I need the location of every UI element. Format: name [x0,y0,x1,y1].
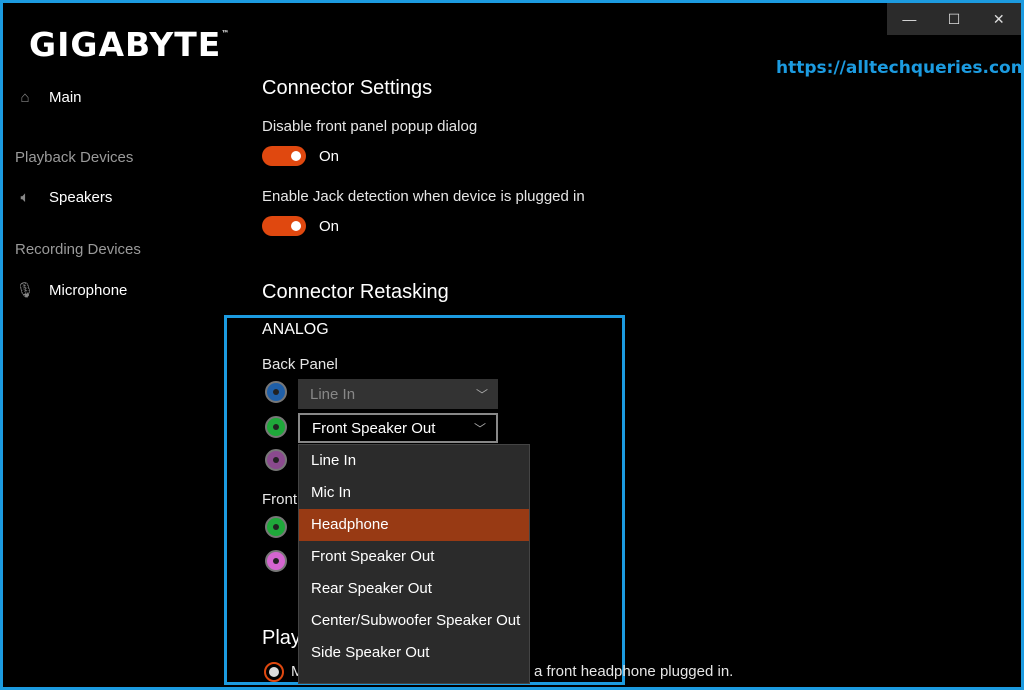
jack-detection-toggle[interactable] [262,216,306,236]
home-icon: ⌂ [20,89,30,106]
jack-purple [265,449,287,471]
close-button[interactable]: ✕ [976,3,1021,35]
menu-item-headphone[interactable]: Headphone [299,509,529,541]
menu-item-line-in[interactable]: Line In [299,445,529,477]
jack-detection-toggle-row: On [262,216,339,236]
jack-detection-label: Enable Jack detection when device is plu… [262,188,585,205]
radio-label-suffix: a front headphone plugged in. [534,663,734,680]
menu-item-front-speaker-out[interactable]: Front Speaker Out [299,541,529,573]
front-panel-label: Front [262,491,298,508]
analog-label: ANALOG [262,321,329,338]
watermark-url: https://alltechqueries.com/ [776,58,1024,78]
jack-blue [265,381,287,403]
recording-devices-header: Recording Devices [15,241,141,258]
dropdown-value: Line In [310,385,356,403]
back-panel-label: Back Panel [262,356,338,373]
playback-section-title: Play [262,627,301,649]
microphone-icon: 🎙︎ [15,282,35,299]
trademark: ™ [221,29,231,38]
gigabyte-logo: GIGABYTE™ [29,25,230,64]
disable-popup-toggle[interactable] [262,146,306,166]
disable-popup-label: Disable front panel popup dialog [262,118,478,135]
jack-function-menu: Line In Mic In Headphone Front Speaker O… [298,444,530,684]
playback-devices-header: Playback Devices [15,149,134,166]
sidebar-item-main[interactable]: ⌂ Main [15,89,82,106]
logo-text: GIGABYTE [29,25,222,64]
sidebar-item-microphone[interactable]: 🎙︎ Microphone [15,281,128,300]
app-window: — ☐ ✕ GIGABYTE™ https://alltechqueries.c… [0,0,1024,690]
toggle-state: On [319,147,340,165]
dropdown-value: Front Speaker Out [312,419,436,437]
menu-item-center-subwoofer-out[interactable]: Center/Subwoofer Speaker Out [299,605,529,637]
minimize-button[interactable]: — [887,3,932,35]
menu-item-rear-speaker-out[interactable]: Rear Speaker Out [299,573,529,605]
toggle-state: On [319,217,340,235]
chevron-down-icon: ﹀ [475,387,488,402]
connector-settings-title: Connector Settings [262,77,433,99]
menu-item-side-speaker-out[interactable]: Side Speaker Out [299,637,529,669]
disable-popup-toggle-row: On [262,146,339,166]
sidebar-item-label: Speakers [49,189,113,206]
chevron-down-icon: ﹀ [473,421,486,436]
sidebar-item-label: Microphone [49,281,128,299]
sidebar-item-speakers[interactable]: 🔈︎ Speakers [15,189,112,206]
window-controls: — ☐ ✕ [887,3,1021,35]
back-jack-green-dropdown[interactable]: Front Speaker Out ﹀ [298,413,498,443]
maximize-button[interactable]: ☐ [932,3,977,35]
front-jack-green [265,516,287,538]
front-jack-pink [265,550,287,572]
sidebar-item-label: Main [49,89,82,106]
speaker-icon: 🔈︎ [20,189,30,206]
jack-green [265,416,287,438]
connector-retasking-title: Connector Retasking [262,281,449,303]
back-jack-blue-dropdown[interactable]: Line In ﹀ [298,379,498,409]
menu-item-mic-in[interactable]: Mic In [299,477,529,509]
playback-radio[interactable] [264,662,284,682]
